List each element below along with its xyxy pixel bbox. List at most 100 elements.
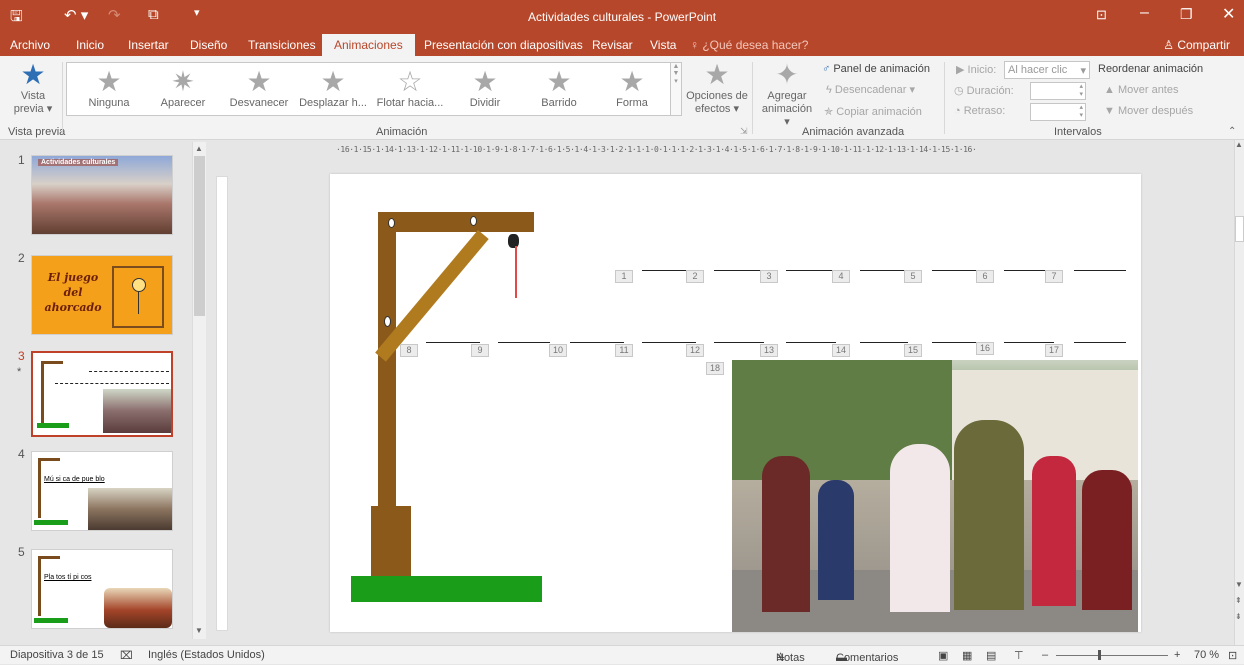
trigger-button[interactable]: ϟ Desencadenar ▾ [826, 83, 915, 96]
animation-tag[interactable]: 17 [1045, 344, 1063, 357]
gallows-beam-thumb [41, 361, 63, 364]
animation-tag[interactable]: 14 [832, 344, 850, 357]
move-after-button[interactable]: ▼ Mover después [1104, 105, 1193, 117]
spellcheck-icon[interactable]: ⌧ [120, 649, 133, 662]
animation-tag[interactable]: 16 [976, 342, 994, 355]
tell-me-search[interactable]: ♀ ¿Qué desea hacer? [690, 38, 808, 52]
close-icon[interactable]: ✕ [1222, 4, 1235, 24]
tab-transiciones[interactable]: Transiciones [248, 38, 316, 52]
thumbnail-scrollbar[interactable]: ▲ ▼ [192, 142, 206, 639]
minimize-icon[interactable]: – [1140, 4, 1149, 22]
anim-desvanecer[interactable]: ★ Desvanecer [223, 67, 295, 110]
animation-tag[interactable]: 7 [1045, 270, 1063, 283]
slide-thumbnail-3[interactable] [31, 351, 173, 437]
add-animation-button[interactable]: ✦ Agregar animación ▾ [758, 60, 816, 129]
duration-spinner[interactable]: ▴ ▾ [1030, 82, 1086, 100]
scroll-up-icon[interactable]: ▲ [195, 144, 203, 153]
effect-options-button[interactable]: ★ Opciones de efectos ▾ [686, 60, 748, 116]
anim-aparecer[interactable]: ✷ Aparecer [147, 67, 219, 110]
scroll-thumb[interactable] [1235, 216, 1244, 242]
animation-tag[interactable]: 9 [471, 344, 489, 357]
share-button[interactable]: ♙ Compartir [1163, 38, 1230, 52]
anim-desplazar[interactable]: ★ Desplazar h... [295, 67, 371, 110]
animation-tag[interactable]: 15 [904, 344, 922, 357]
animation-panel-button[interactable]: ♂ Panel de animación [822, 63, 930, 75]
festival-photo-thumb [32, 156, 172, 234]
zoom-in-icon[interactable]: + [1174, 649, 1180, 661]
animation-tag[interactable]: 4 [832, 270, 850, 283]
slide-4-text: Mú si ca de pue blo [44, 476, 105, 483]
tab-animaciones[interactable]: Animaciones [322, 34, 415, 56]
start-combo[interactable]: Al hacer clic ▾ [1004, 61, 1090, 79]
duration-label: ◷ Duración: [954, 84, 1014, 97]
delay-spinner[interactable]: ▴ ▾ [1030, 103, 1086, 121]
slide-canvas[interactable]: 1 2 3 4 5 6 7 8 9 10 11 12 13 14 15 16 1… [330, 174, 1141, 632]
ribbon-display-icon[interactable]: ⊡ [1096, 7, 1107, 23]
scroll-thumb[interactable] [194, 156, 205, 316]
gallows-base[interactable] [351, 576, 542, 602]
animation-tag[interactable]: 1 [615, 270, 633, 283]
move-after-label: Mover después [1117, 105, 1194, 117]
anim-barrido[interactable]: ★ Barrido [523, 67, 595, 110]
zoom-slider-thumb[interactable] [1098, 650, 1101, 660]
star-float-icon: ☆ [397, 66, 423, 97]
slide-thumbnail-5[interactable]: Pla tos tí pi cos [31, 549, 173, 629]
animation-tag[interactable]: 5 [904, 270, 922, 283]
parade-photo[interactable] [732, 360, 1138, 632]
reading-view-icon[interactable]: ▤ [986, 649, 996, 662]
gallery-scroll[interactable]: ▲ ▼ ▾ [670, 62, 682, 116]
animation-tag[interactable]: 8 [400, 344, 418, 357]
copy-animation-button[interactable]: ✯ Copiar animación [824, 105, 922, 118]
anim-flotar[interactable]: ☆ Flotar hacia... [373, 67, 447, 110]
blank-line [1074, 270, 1126, 271]
prev-slide-icon[interactable]: ⇞ [1235, 596, 1242, 605]
next-slide-icon[interactable]: ⇟ [1235, 612, 1242, 621]
slide-sorter-icon[interactable]: ▦ [962, 649, 972, 662]
animation-tag[interactable]: 12 [686, 344, 704, 357]
anim-dividir[interactable]: ★ Dividir [449, 67, 521, 110]
slide-thumbnail-1[interactable]: Actividades culturales [31, 155, 173, 235]
animation-tag[interactable]: 18 [706, 362, 724, 375]
animation-tag[interactable]: 10 [549, 344, 567, 357]
reorder-title: Reordenar animación [1098, 63, 1204, 75]
move-before-button[interactable]: ▲ Mover antes [1104, 84, 1178, 96]
animation-tag[interactable]: 11 [615, 344, 633, 357]
collapse-ribbon-icon[interactable]: ⌃ [1228, 126, 1236, 137]
animation-tag[interactable]: 2 [686, 270, 704, 283]
restore-icon[interactable]: ❐ [1180, 6, 1193, 23]
tab-insertar[interactable]: Insertar [128, 38, 169, 52]
anim-ninguna[interactable]: ★ Ninguna [73, 67, 145, 110]
body-line [138, 292, 139, 314]
fit-slide-icon[interactable]: ⊡ [1228, 649, 1237, 662]
tab-presentacion[interactable]: Presentación con diapositivas [424, 38, 583, 52]
tab-revisar[interactable]: Revisar [592, 38, 633, 52]
scroll-down-icon[interactable]: ▼ [195, 626, 203, 635]
slide-thumbnail-2[interactable]: El juego del ahorcado [31, 255, 173, 335]
slide-thumbnail-4[interactable]: Mú si ca de pue blo [31, 451, 173, 531]
editor-scrollbar[interactable]: ▲ ▼ ⇞ ⇟ [1234, 140, 1244, 645]
zoom-level[interactable]: 70 % [1194, 649, 1219, 661]
gallows-foot[interactable] [371, 506, 411, 576]
rope[interactable] [515, 246, 517, 298]
animation-tag[interactable]: 3 [760, 270, 778, 283]
title-bar: 🖫 ↶ ▾ ↷ ⧉ ▾ Actividades culturales - Pow… [0, 0, 1244, 34]
slideshow-icon[interactable]: ⊤ [1014, 649, 1024, 662]
animation-tag[interactable]: 13 [760, 344, 778, 357]
zoom-out-icon[interactable]: – [1042, 649, 1048, 661]
scroll-up-icon[interactable]: ▲ [1235, 140, 1243, 149]
gallows-beam[interactable] [378, 212, 534, 232]
language-label[interactable]: Inglés (Estados Unidos) [148, 649, 265, 661]
spinner-arrows-icon: ▴ ▾ [1079, 83, 1083, 98]
gallows-thumb [38, 458, 41, 518]
zoom-slider[interactable] [1056, 655, 1168, 656]
anim-forma[interactable]: ★ Forma [597, 67, 667, 110]
tab-inicio[interactable]: Inicio [76, 38, 104, 52]
scroll-down-icon[interactable]: ▼ [1235, 580, 1243, 589]
tab-archivo[interactable]: Archivo [10, 38, 50, 52]
tab-diseno[interactable]: Diseño [190, 38, 227, 52]
preview-button[interactable]: ★ Vista previa ▾ [8, 60, 58, 116]
animation-tag[interactable]: 6 [976, 270, 994, 283]
dialog-launcher-icon[interactable]: ⇲ [740, 126, 748, 137]
normal-view-icon[interactable]: ▣ [938, 649, 948, 662]
tab-vista[interactable]: Vista [650, 38, 676, 52]
